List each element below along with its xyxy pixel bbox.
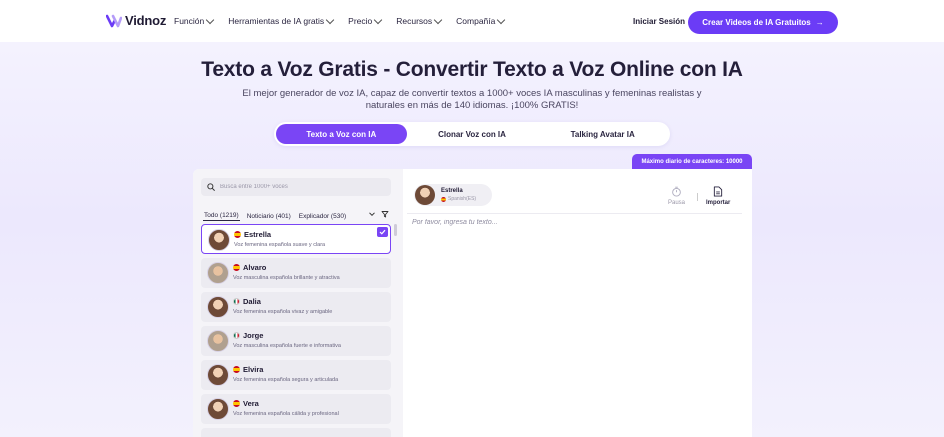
document-icon — [714, 186, 723, 197]
text-input[interactable] — [412, 219, 737, 429]
pause-button[interactable]: Pausa — [668, 186, 685, 206]
menu-item-herramientas[interactable]: Herramientas de IA gratis — [228, 15, 335, 26]
import-button[interactable]: Importar — [706, 186, 730, 206]
chevron-down-icon[interactable] — [368, 210, 376, 218]
toolbar-divider — [697, 193, 698, 201]
voice-description: Voz femenina española vivaz y amigable — [233, 309, 333, 315]
filter-icon[interactable] — [381, 210, 389, 218]
voice-name: Estrella — [244, 230, 272, 239]
voice-name: Dalia — [243, 297, 261, 306]
voice-item-partial[interactable] — [201, 428, 391, 437]
chevron-down-icon — [497, 15, 506, 24]
voice-name: Alvaro — [243, 263, 267, 272]
voice-item-vera[interactable]: Vera Voz femenina española cálida y prof… — [201, 394, 391, 424]
avatar — [207, 330, 229, 352]
mexico-flag-icon — [233, 298, 240, 305]
selected-voice-language: Spanish(ES) — [441, 196, 476, 202]
chevron-down-icon — [325, 15, 335, 24]
check-icon — [377, 227, 388, 237]
filter-explicador[interactable]: Explicador (530) — [298, 212, 347, 221]
import-label: Importar — [706, 200, 731, 206]
avatar — [207, 262, 229, 284]
create-video-button[interactable]: Crear Videos de IA Gratuitos → — [688, 11, 838, 34]
spain-flag-icon — [234, 231, 241, 238]
feature-tabs: Texto a Voz con IA Clonar Voz con IA Tal… — [274, 122, 670, 146]
voice-item-elvira[interactable]: Elvira Voz femenina española segura y ar… — [201, 360, 391, 390]
search-icon — [207, 183, 215, 191]
timer-icon — [672, 186, 681, 197]
avatar — [208, 229, 230, 251]
search-input[interactable] — [220, 184, 370, 190]
chevron-down-icon — [433, 15, 443, 24]
chevron-down-icon — [374, 15, 383, 24]
cta-label: Crear Videos de IA Gratuitos — [702, 18, 811, 27]
voice-name: Vera — [243, 399, 259, 408]
avatar — [207, 364, 229, 386]
menu-item-funcion[interactable]: Función — [174, 15, 215, 26]
avatar — [207, 398, 229, 420]
voice-description: Voz masculina española brillante y atrac… — [233, 275, 340, 281]
tab-clonar-voz[interactable]: Clonar Voz con IA — [407, 124, 538, 144]
filter-todo[interactable]: Todo (1219) — [203, 211, 240, 221]
menu-label: Precio — [348, 16, 373, 26]
card-edge — [742, 176, 752, 437]
chevron-down-icon — [206, 15, 215, 24]
pause-label: Pausa — [668, 200, 686, 206]
menu-label: Recursos — [396, 16, 433, 26]
tab-texto-a-voz[interactable]: Texto a Voz con IA — [276, 124, 407, 144]
menu-item-recursos[interactable]: Recursos — [396, 15, 443, 26]
voice-description: Voz femenina española suave y clara — [234, 242, 326, 248]
voice-description: Voz femenina española cálida y profesion… — [233, 411, 339, 417]
avatar — [415, 185, 435, 205]
avatar — [207, 296, 229, 318]
menu-label: Herramientas de IA gratis — [228, 16, 325, 26]
language-label: Spanish(ES) — [448, 196, 477, 202]
voice-item-jorge[interactable]: Jorge Voz masculina española fuerte e in… — [201, 326, 391, 356]
spain-flag-icon — [233, 264, 240, 271]
spain-flag-icon — [441, 196, 446, 202]
voice-list: Estrella Voz femenina española suave y c… — [201, 224, 391, 437]
voice-description: Voz femenina española segura y articulad… — [233, 377, 339, 383]
voice-filters: Todo (1219) Noticiario (401) Explicador … — [203, 211, 347, 221]
mexico-flag-icon — [233, 332, 240, 339]
vidnoz-logo-icon — [106, 14, 122, 27]
main-menu: Función Herramientas de IA gratis Precio… — [174, 15, 506, 26]
logo[interactable]: Vidnoz — [106, 13, 166, 28]
filter-noticiario[interactable]: Noticiario (401) — [246, 212, 292, 221]
voice-list-scrollbar[interactable] — [394, 224, 397, 236]
voice-description: Voz masculina española fuerte e informat… — [233, 343, 341, 349]
page-subtitle: El mejor generador de voz IA, capaz de c… — [242, 88, 702, 111]
menu-item-compania[interactable]: Compañía — [456, 15, 506, 26]
top-nav: Vidnoz Función Herramientas de IA gratis… — [0, 0, 944, 42]
menu-label: Función — [174, 16, 205, 26]
daily-limit-badge: Máximo diario de caracteres: 10000 — [632, 154, 752, 169]
voice-item-alvaro[interactable]: Alvaro Voz masculina española brillante … — [201, 258, 391, 288]
spain-flag-icon — [233, 366, 240, 373]
page-title: Texto a Voz Gratis - Convertir Texto a V… — [201, 58, 743, 81]
tab-talking-avatar[interactable]: Talking Avatar IA — [537, 124, 668, 144]
voice-name: Jorge — [243, 331, 264, 340]
voice-search — [201, 178, 391, 196]
menu-item-precio[interactable]: Precio — [348, 15, 383, 26]
arrow-right-icon: → — [815, 18, 824, 27]
logo-text: Vidnoz — [125, 13, 167, 28]
selected-voice-name: Estrella — [441, 188, 463, 194]
spain-flag-icon — [233, 400, 240, 407]
selected-voice-chip[interactable]: Estrella Spanish(ES) — [414, 184, 492, 206]
menu-label: Compañía — [456, 16, 496, 26]
voice-name: Elvira — [243, 365, 264, 374]
voice-item-dalia[interactable]: Dalia Voz femenina española vivaz y amig… — [201, 292, 391, 322]
login-link[interactable]: Iniciar Sesión — [633, 17, 685, 26]
voice-item-estrella[interactable]: Estrella Voz femenina española suave y c… — [201, 224, 391, 254]
